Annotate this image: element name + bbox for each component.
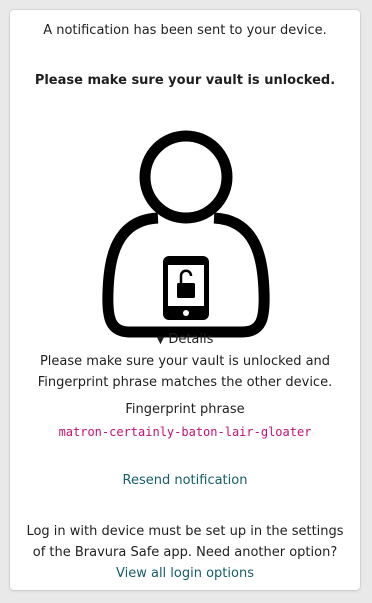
phone-icon bbox=[163, 256, 209, 320]
resend-notification-link[interactable]: Resend notification bbox=[10, 473, 360, 489]
details-description: Please make sure your vault is unlocked … bbox=[10, 351, 360, 393]
details-toggle-label: Details bbox=[168, 332, 214, 347]
details-toggle[interactable]: ▼ Details bbox=[10, 332, 360, 349]
login-with-device-card: A notification has been sent to your dev… bbox=[10, 10, 360, 590]
view-all-login-options-link[interactable]: View all login options bbox=[116, 566, 254, 581]
user-with-unlocked-phone-icon bbox=[102, 130, 270, 338]
unlock-vault-instruction: Please make sure your vault is unlocked. bbox=[34, 73, 336, 88]
details-description-line-1: Please make sure your vault is unlocked … bbox=[39, 354, 331, 369]
help-text: Log in with device must be set up in the… bbox=[10, 521, 360, 584]
details-description-line-2: Fingerprint phrase matches the other dev… bbox=[37, 375, 333, 390]
help-text-line-1: Log in with device must be set up in the… bbox=[26, 524, 344, 539]
fingerprint-phrase-value: matron-certainly-baton-lair-gloater bbox=[58, 425, 312, 439]
triangle-down-icon: ▼ bbox=[156, 335, 165, 346]
notification-sent-text: A notification has been sent to your dev… bbox=[43, 23, 327, 38]
fingerprint-phrase-label: Fingerprint phrase bbox=[125, 402, 245, 417]
help-text-line-2: of the Bravura Safe app. Need another op… bbox=[32, 545, 338, 560]
